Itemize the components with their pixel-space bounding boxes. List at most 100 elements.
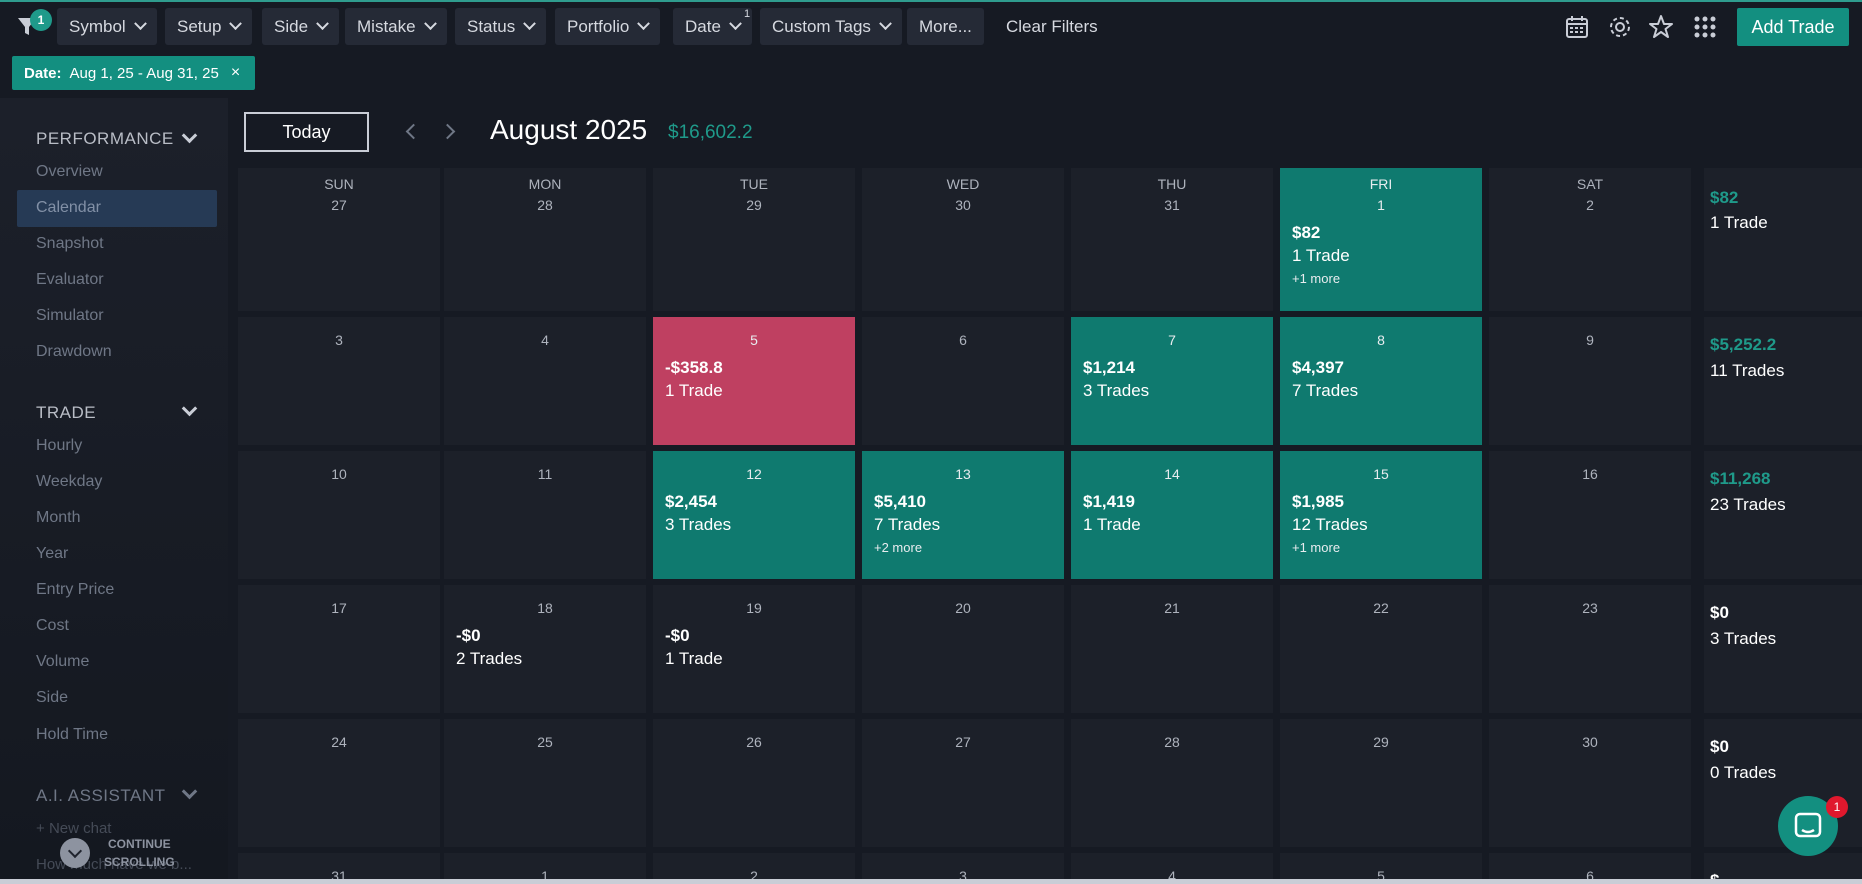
mistake-filter-button[interactable]: Mistake (345, 8, 447, 45)
sidebar-item-simulator[interactable]: Simulator (36, 307, 104, 325)
portfolio-filter-label: Portfolio (567, 16, 630, 36)
add-trade-button[interactable]: Add Trade (1737, 8, 1849, 46)
calendar-day-cell[interactable]: 20 (862, 585, 1064, 713)
sidebar-item-overview[interactable]: Overview (36, 163, 103, 181)
symbol-filter-button[interactable]: Symbol (57, 8, 157, 45)
sidebar-item-drawdown[interactable]: Drawdown (36, 343, 112, 361)
sidebar-item-hourly[interactable]: Hourly (36, 437, 82, 455)
calendar-day-cell[interactable]: 28 (1071, 719, 1273, 847)
calendar-day-cell[interactable]: 12 $2,454 3 Trades (653, 451, 855, 579)
calendar-day-cell[interactable]: 25 (444, 719, 646, 847)
calendar-day-cell[interactable]: 8 $4,397 7 Trades (1280, 317, 1482, 445)
calendar-day-cell[interactable]: FRI 1 $82 1 Trade +1 more (1280, 168, 1482, 311)
setup-filter-label: Setup (177, 16, 222, 36)
day-number: 13 (955, 466, 971, 482)
calendar-day-cell[interactable]: MON 28 (444, 168, 646, 311)
close-icon[interactable]: × (231, 64, 240, 82)
calendar-day-cell[interactable]: 11 (444, 451, 646, 579)
chevron-left-icon[interactable] (405, 123, 422, 140)
day-number: 5 (750, 332, 758, 348)
week-summary-cell: $5,252.2 11 Trades (1704, 317, 1862, 445)
clear-filters-button[interactable]: Clear Filters (1006, 8, 1098, 45)
day-more-link[interactable]: +2 more (874, 540, 922, 555)
status-filter-button[interactable]: Status (455, 8, 547, 45)
day-number: 31 (1164, 197, 1180, 213)
gear-icon[interactable] (1607, 14, 1633, 40)
side-filter-button[interactable]: Side (262, 8, 340, 45)
day-pnl: $1,419 (1083, 492, 1135, 511)
star-icon[interactable] (1648, 14, 1674, 40)
day-number: 11 (537, 466, 553, 482)
calendar-day-cell[interactable]: 15 $1,985 12 Trades +1 more (1280, 451, 1482, 579)
sidebar-item-calendar[interactable]: Calendar (36, 199, 101, 217)
sidebar-item-year[interactable]: Year (36, 545, 68, 563)
day-pnl: $82 (1292, 223, 1321, 242)
calendar-day-cell[interactable]: 22 (1280, 585, 1482, 713)
setup-filter-button[interactable]: Setup (165, 8, 253, 45)
portfolio-filter-button[interactable]: Portfolio (555, 8, 661, 45)
more-filters-button[interactable]: More... (907, 8, 984, 45)
chevron-right-icon[interactable] (439, 123, 456, 140)
calendar-day-cell[interactable]: 26 (653, 719, 855, 847)
mistake-filter-label: Mistake (357, 16, 416, 36)
calendar-day-cell[interactable]: 19 -$0 1 Trade (653, 585, 855, 713)
sidebar-item-evaluator[interactable]: Evaluator (36, 271, 104, 289)
chevron-down-icon (879, 17, 892, 31)
calendar-day-cell[interactable]: 5 -$358.8 1 Trade (653, 317, 855, 445)
sidebar-item-snapshot[interactable]: Snapshot (36, 235, 104, 253)
calendar-day-cell[interactable]: 14 $1,419 1 Trade (1071, 451, 1273, 579)
calendar-icon[interactable] (1564, 14, 1590, 40)
week-summary-pnl: $11,268 (1710, 469, 1771, 488)
calendar-day-cell[interactable]: 24 (238, 719, 440, 847)
day-number: 10 (331, 466, 347, 482)
chevron-down-icon (637, 17, 651, 31)
calendar-day-cell[interactable]: SUN 27 (238, 168, 440, 311)
sidebar-section-trade[interactable]: TRADE (36, 403, 96, 423)
sidebar-section-performance[interactable]: PERFORMANCE (36, 129, 174, 149)
calendar-day-cell[interactable]: 4 (444, 317, 646, 445)
calendar-day-cell[interactable]: THU 31 (1071, 168, 1273, 311)
day-number: 6 (959, 332, 967, 348)
calendar-day-cell[interactable]: 3 (238, 317, 440, 445)
sidebar-item-weekday[interactable]: Weekday (36, 473, 102, 491)
sidebar-section-ai-assistant[interactable]: A.I. ASSISTANT (36, 786, 166, 806)
calendar-day-cell[interactable]: 7 $1,214 3 Trades (1071, 317, 1273, 445)
day-more-link[interactable]: +1 more (1292, 271, 1340, 286)
day-number: 17 (331, 600, 347, 616)
calendar-day-cell[interactable]: 6 (862, 317, 1064, 445)
calendar-day-cell[interactable]: SAT 2 (1489, 168, 1691, 311)
calendar-day-cell[interactable]: 10 (238, 451, 440, 579)
day-number: 9 (1586, 332, 1594, 348)
calendar-day-cell[interactable]: 30 (1489, 719, 1691, 847)
day-number: 19 (746, 600, 762, 616)
calendar-day-cell[interactable]: TUE 29 (653, 168, 855, 311)
day-trade-count: 1 Trade (665, 381, 723, 400)
plus-icon: + (36, 820, 49, 837)
calendar-day-cell[interactable]: 29 (1280, 719, 1482, 847)
day-more-link[interactable]: +1 more (1292, 540, 1340, 555)
calendar-day-cell[interactable]: 17 (238, 585, 440, 713)
new-chat-button[interactable]: + New chat (36, 820, 111, 837)
weekday-label: FRI (1369, 176, 1393, 192)
calendar-day-cell[interactable]: 23 (1489, 585, 1691, 713)
calendar-day-cell[interactable]: WED 30 (862, 168, 1064, 311)
sidebar-item-month[interactable]: Month (36, 509, 80, 527)
calendar-day-cell[interactable]: 9 (1489, 317, 1691, 445)
calendar-day-cell[interactable]: 21 (1071, 585, 1273, 713)
chevron-down-icon (133, 17, 147, 31)
sidebar-item-side[interactable]: Side (36, 689, 68, 707)
calendar-day-cell[interactable]: 27 (862, 719, 1064, 847)
date-filter-button[interactable]: Date (673, 8, 752, 45)
sidebar-item-cost[interactable]: Cost (36, 617, 69, 635)
continue-scrolling-button[interactable] (60, 838, 90, 868)
calendar-day-cell[interactable]: 16 (1489, 451, 1691, 579)
sidebar-item-entry-price[interactable]: Entry Price (36, 581, 114, 599)
calendar-day-cell[interactable]: 18 -$0 2 Trades (444, 585, 646, 713)
today-button[interactable]: Today (244, 112, 369, 152)
calendar-day-cell[interactable]: 13 $5,410 7 Trades +2 more (862, 451, 1064, 579)
apps-grid-icon[interactable] (1692, 14, 1718, 40)
custom-tags-filter-button[interactable]: Custom Tags (760, 8, 902, 45)
sidebar-item-hold-time[interactable]: Hold Time (36, 726, 108, 744)
day-number: 28 (537, 197, 553, 213)
sidebar-item-volume[interactable]: Volume (36, 653, 89, 671)
